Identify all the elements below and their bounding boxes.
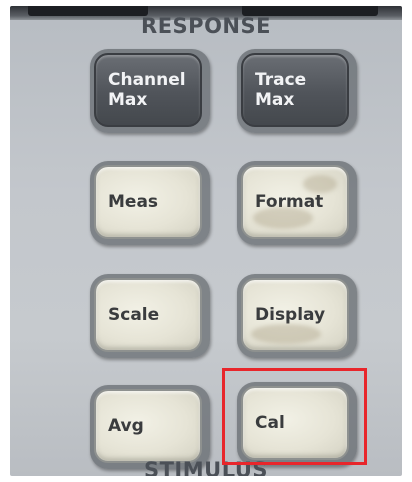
cal-key[interactable]: Cal: [241, 386, 349, 460]
avg-key[interactable]: Avg: [94, 389, 202, 463]
format-key[interactable]: Format: [241, 165, 349, 239]
scale-key-label: Scale: [108, 305, 160, 325]
scale-key[interactable]: Scale: [94, 278, 202, 352]
channel-max-key-label: Channel Max: [108, 70, 186, 110]
meas-key-label: Meas: [108, 192, 159, 212]
cal-key-label: Cal: [255, 413, 285, 433]
channel-max-key[interactable]: Channel Max: [94, 53, 202, 127]
section-label-stimulus: STIMULUS: [143, 458, 269, 476]
photo-frame: RESPONSE Channel Max Trace Max Meas Form…: [0, 0, 412, 482]
avg-key-label: Avg: [108, 416, 144, 436]
format-key-label: Format: [255, 192, 324, 212]
display-key-label: Display: [255, 305, 326, 325]
meas-key[interactable]: Meas: [94, 165, 202, 239]
instrument-front-panel: RESPONSE Channel Max Trace Max Meas Form…: [10, 6, 402, 476]
key-wear-mark: [251, 324, 321, 344]
trace-max-key[interactable]: Trace Max: [241, 53, 349, 127]
key-wear-mark: [303, 175, 337, 193]
section-label-response: RESPONSE: [141, 14, 271, 38]
display-key[interactable]: Display: [241, 278, 349, 352]
trace-max-key-label: Trace Max: [255, 70, 307, 110]
